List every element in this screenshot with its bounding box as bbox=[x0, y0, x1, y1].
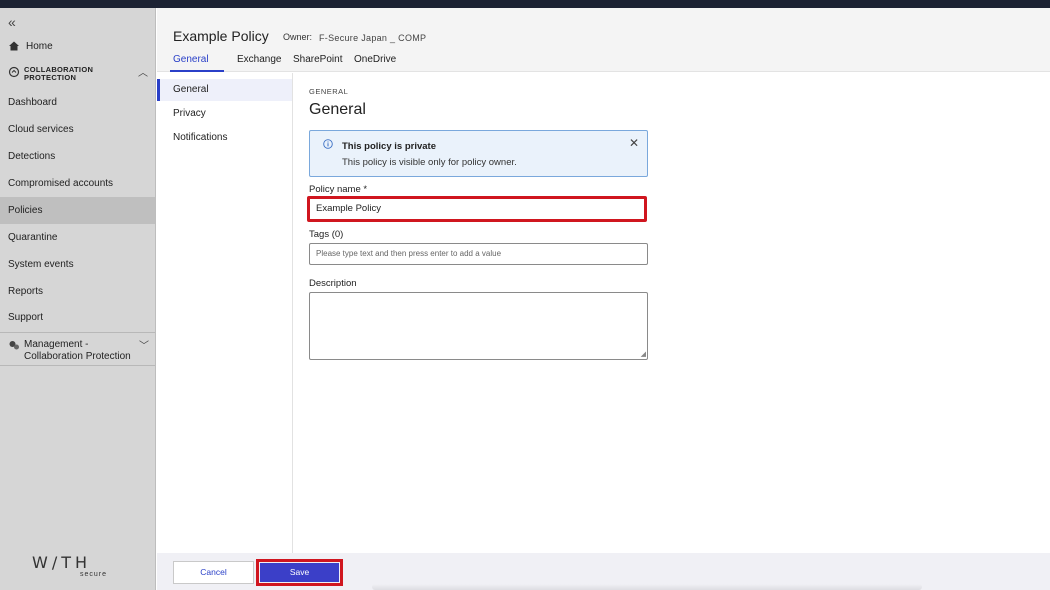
owner-value: F-Secure Japan _ COMP bbox=[319, 33, 427, 43]
section-nav-general[interactable]: General bbox=[157, 79, 292, 101]
collapse-sidebar-icon[interactable]: « bbox=[8, 14, 16, 30]
gears-icon bbox=[9, 341, 19, 350]
section-nav-privacy[interactable]: Privacy bbox=[157, 103, 292, 125]
sidebar-item-compromised-accounts[interactable]: Compromised accounts bbox=[0, 170, 155, 197]
tab-onedrive[interactable]: OneDrive bbox=[354, 54, 396, 65]
sidebar-item-detections[interactable]: Detections bbox=[0, 143, 155, 170]
sidebar: « Home COLLABORATION PROTECTION ︿ Dashbo… bbox=[0, 8, 156, 590]
logo-subtext: secure bbox=[80, 571, 108, 578]
close-icon[interactable]: ✕ bbox=[629, 136, 639, 150]
tags-placeholder: Please type text and then press enter to… bbox=[316, 249, 502, 258]
footer-shadow bbox=[372, 584, 922, 590]
chevron-up-icon[interactable]: ︿ bbox=[138, 64, 148, 79]
description-field[interactable]: ◢ bbox=[309, 292, 648, 360]
home-icon bbox=[9, 41, 19, 51]
alert-body: This policy is visible only for policy o… bbox=[342, 157, 517, 168]
cancel-button[interactable]: Cancel bbox=[173, 561, 254, 584]
tags-input[interactable]: Please type text and then press enter to… bbox=[309, 243, 648, 265]
owner-label: Owner: bbox=[283, 32, 313, 42]
withsecure-logo: W/TH secure bbox=[32, 553, 106, 578]
tags-label: Tags (0) bbox=[309, 229, 344, 240]
management-label-line1: Management - bbox=[24, 339, 89, 350]
section-eyebrow: GENERAL bbox=[309, 87, 349, 96]
tab-general[interactable]: General bbox=[173, 54, 209, 65]
resize-handle-icon[interactable]: ◢ bbox=[641, 350, 646, 358]
private-policy-alert: This policy is private This policy is vi… bbox=[309, 130, 648, 177]
sidebar-item-policies[interactable]: Policies bbox=[0, 197, 155, 224]
cloud-shield-icon bbox=[8, 66, 20, 78]
sidebar-item-support[interactable]: Support bbox=[0, 304, 155, 331]
tab-exchange[interactable]: Exchange bbox=[237, 54, 281, 65]
section-heading: General bbox=[309, 101, 366, 118]
sidebar-item-management[interactable]: Management - Collaboration Protection ﹀ bbox=[0, 332, 155, 366]
alert-title: This policy is private bbox=[342, 141, 436, 152]
info-icon bbox=[323, 139, 333, 149]
top-bar bbox=[0, 0, 1050, 8]
section-nav-notifications[interactable]: Notifications bbox=[157, 127, 292, 149]
sidebar-item-home[interactable]: Home bbox=[8, 40, 53, 52]
page-header: Example Policy Owner: F-Secure Japan _ C… bbox=[157, 8, 1050, 72]
page-title: Example Policy bbox=[173, 28, 269, 44]
tab-sharepoint[interactable]: SharePoint bbox=[293, 54, 342, 65]
sidebar-item-reports[interactable]: Reports bbox=[0, 278, 155, 305]
policy-name-label: Policy name * bbox=[309, 184, 368, 195]
chevron-down-icon[interactable]: ﹀ bbox=[139, 337, 149, 352]
policy-name-field[interactable]: Example Policy bbox=[307, 196, 647, 222]
description-label: Description bbox=[309, 278, 357, 289]
sidebar-item-dashboard[interactable]: Dashboard bbox=[0, 89, 155, 116]
policy-section-nav: General Privacy Notifications bbox=[157, 73, 293, 553]
sidebar-item-quarantine[interactable]: Quarantine bbox=[0, 224, 155, 251]
save-button[interactable]: Save bbox=[260, 563, 339, 582]
sidebar-item-system-events[interactable]: System events bbox=[0, 251, 155, 278]
sidebar-section-label: COLLABORATION PROTECTION bbox=[24, 65, 94, 82]
active-tab-indicator bbox=[170, 70, 224, 72]
save-button-highlight: Save bbox=[256, 559, 343, 586]
main-content: GENERAL General This policy is private T… bbox=[293, 73, 1050, 553]
form-footer: Cancel Save bbox=[157, 553, 1050, 590]
sidebar-item-label: Home bbox=[26, 40, 53, 52]
management-label-line2: Collaboration Protection bbox=[24, 351, 131, 362]
logo-wordmark: W/TH bbox=[32, 553, 92, 572]
sidebar-item-cloud-services[interactable]: Cloud services bbox=[0, 116, 155, 143]
sidebar-section-collaboration-protection[interactable]: COLLABORATION PROTECTION ︿ bbox=[8, 66, 152, 82]
